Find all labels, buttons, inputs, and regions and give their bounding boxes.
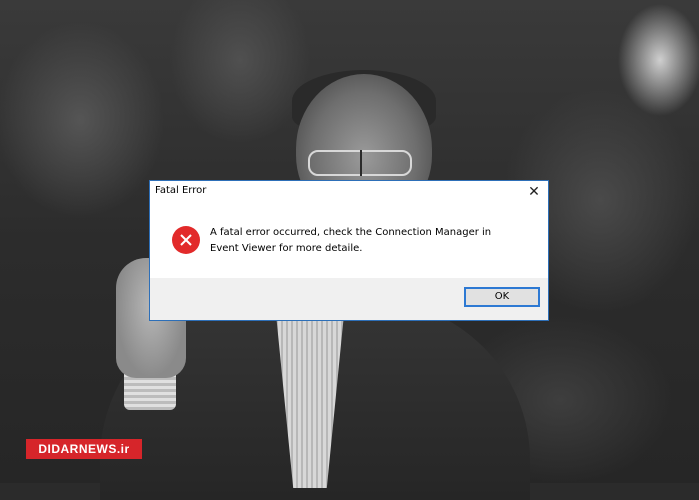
person-glasses [308,150,412,176]
dialog-footer: OK [150,278,548,320]
watermark-logo: DIDARNEWS.ir [26,439,142,459]
ok-button[interactable]: OK [464,287,540,307]
error-message-line-1: A fatal error occurred, check the Connec… [210,227,492,238]
error-message-line-2: Event Viewer for more detaile. [210,243,363,254]
error-x-icon [172,226,200,254]
error-message: A fatal error occurred, check the Connec… [210,225,530,257]
dialog-titlebar[interactable]: Fatal Error ✕ [150,181,548,203]
fatal-error-dialog: Fatal Error ✕ A fatal error occurred, ch… [149,180,549,321]
close-icon[interactable]: ✕ [524,182,544,202]
dialog-title: Fatal Error [155,185,207,196]
